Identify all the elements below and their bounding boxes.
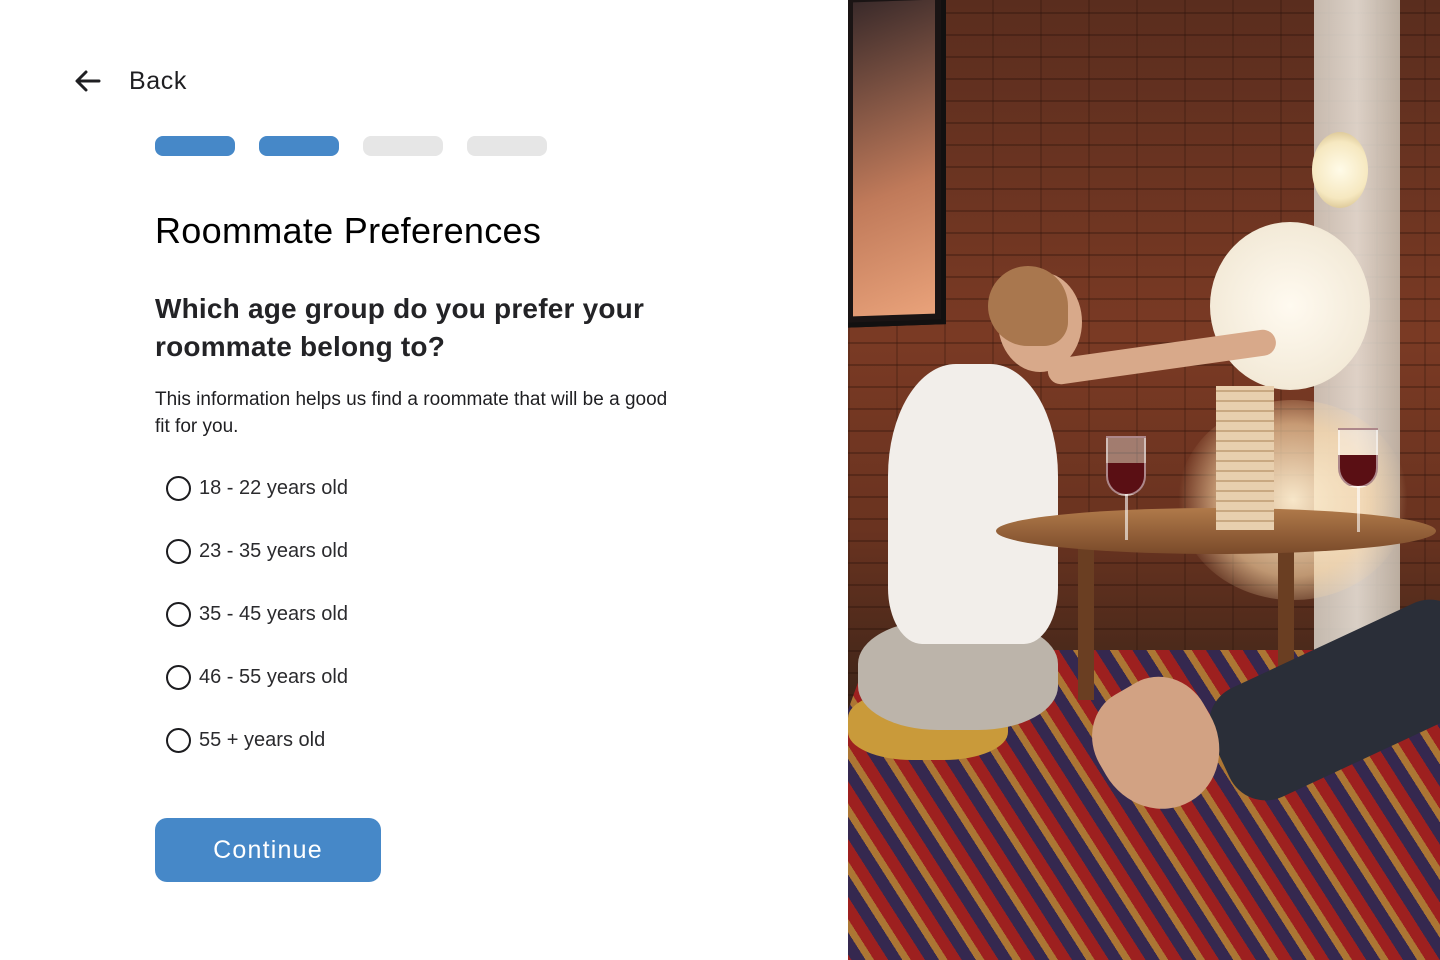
back-button[interactable]: Back xyxy=(74,62,187,100)
radio-button[interactable] xyxy=(166,665,191,690)
page-title: Roommate Preferences xyxy=(155,210,542,251)
radio-button[interactable] xyxy=(166,539,191,564)
age-option-18-22[interactable]: 18 - 22 years old xyxy=(166,472,348,505)
progress-step-3 xyxy=(363,136,443,156)
helper-line-2: fit for you. xyxy=(155,416,239,437)
age-option-23-35[interactable]: 23 - 35 years old xyxy=(166,535,348,568)
progress-step-1 xyxy=(155,136,235,156)
lamp xyxy=(1312,132,1368,208)
radio-button[interactable] xyxy=(166,728,191,753)
jenga-tower xyxy=(1216,386,1274,530)
option-label: 18 - 22 years old xyxy=(199,477,348,499)
person-body xyxy=(888,364,1058,644)
back-label: Back xyxy=(129,66,187,95)
radio-button[interactable] xyxy=(166,602,191,627)
helper-text: This information helps us find a roommat… xyxy=(155,386,725,440)
wine-glass xyxy=(1338,428,1378,488)
helper-line-1: This information helps us find a roommat… xyxy=(155,389,668,410)
form-panel: Back Roommate Preferences Which age grou… xyxy=(0,0,848,960)
wine-glass xyxy=(1106,436,1146,496)
option-label: 55 + years old xyxy=(199,729,326,751)
age-option-55-plus[interactable]: 55 + years old xyxy=(166,724,348,757)
question-text: Which age group do you prefer your roomm… xyxy=(155,290,715,366)
wine-glass-stem xyxy=(1357,486,1360,532)
option-label: 35 - 45 years old xyxy=(199,603,348,625)
continue-button[interactable]: Continue xyxy=(155,818,381,882)
progress-step-4 xyxy=(467,136,547,156)
option-label: 46 - 55 years old xyxy=(199,666,348,688)
age-group-options: 18 - 22 years old 23 - 35 years old 35 -… xyxy=(166,472,348,787)
wine-glass-stem xyxy=(1125,494,1128,540)
age-option-46-55[interactable]: 46 - 55 years old xyxy=(166,661,348,694)
question-line-2: roommate belong to? xyxy=(155,331,446,362)
arrow-left-icon xyxy=(74,67,102,95)
age-option-35-45[interactable]: 35 - 45 years old xyxy=(166,598,348,631)
progress-step-2 xyxy=(259,136,339,156)
person-hair xyxy=(988,266,1068,346)
lamp xyxy=(1210,222,1370,390)
question-line-1: Which age group do you prefer your xyxy=(155,293,645,324)
progress-steps xyxy=(155,136,547,156)
hero-photo xyxy=(848,0,1440,960)
radio-button[interactable] xyxy=(166,476,191,501)
television xyxy=(848,0,946,328)
table-leg xyxy=(1078,540,1094,700)
option-label: 23 - 35 years old xyxy=(199,540,348,562)
